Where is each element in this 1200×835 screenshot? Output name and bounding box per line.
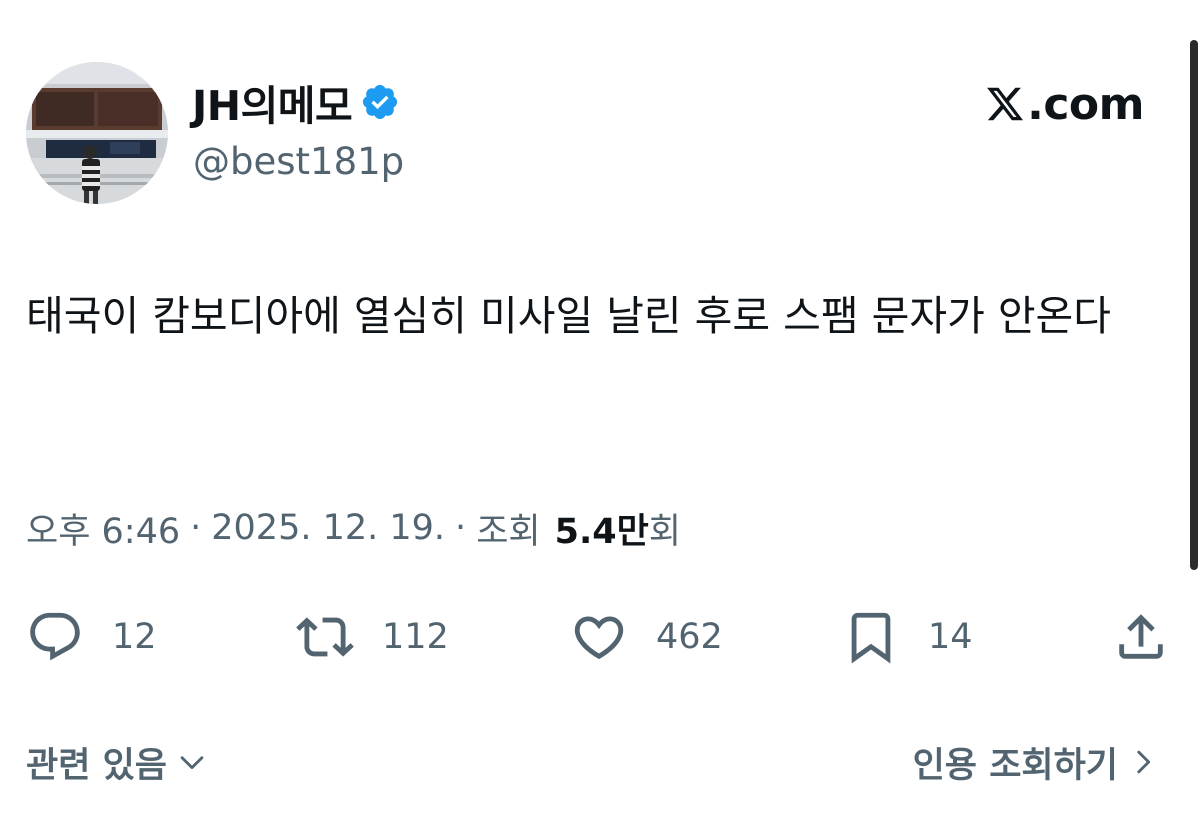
tweet-text: 태국이 캄보디아에 열심히 미사일 날린 후로 스팸 문자가 안온다 [26,292,1111,340]
tweet-screenshot: JH의메모 @best181p .com 태국이 캄보디아에 열심히 미사일 날… [0,0,1200,835]
view-quotes-label: 인용 조회하기 [912,745,1118,786]
retweet-count: 112 [382,617,449,657]
retweet-icon [296,617,354,657]
like-button[interactable]: 462 [570,604,723,670]
chevron-right-icon [1137,750,1151,774]
bookmark-icon [851,612,891,664]
x-brand[interactable]: .com [985,76,1144,132]
avatar[interactable] [26,62,168,204]
view-quotes-link[interactable]: 인용 조회하기 [913,734,1160,790]
author-name-row[interactable]: JH의메모 [192,76,400,130]
tweet-date[interactable]: 2025. 12. 19. [211,508,445,548]
retweet-button[interactable]: 112 [296,604,449,670]
verified-badge-icon [363,84,398,120]
like-count: 462 [656,617,723,657]
scrollbar[interactable] [1190,40,1198,570]
related-toggle[interactable]: 관련 있음 [26,734,209,790]
author-display-name[interactable]: JH의메모 [192,72,353,132]
reply-count: 12 [112,617,157,657]
tweet-time[interactable]: 오후 6:46 [26,503,180,554]
reply-icon [30,612,80,661]
heart-icon [574,616,624,660]
action-bar: 12 112 462 14 [0,604,1200,670]
tweet-meta: 오후 6:46 · 2025. 12. 19. · 조회 5.4만 회 [26,500,681,556]
author-handle[interactable]: @best181p [193,140,404,183]
views-label-prefix: 조회 [476,511,541,552]
views-label-suffix: 회 [648,511,681,552]
reply-button[interactable]: 12 [26,604,157,670]
views-count[interactable]: 5.4만 [555,503,649,554]
x-logo-icon [987,87,1024,121]
share-button[interactable] [1112,604,1170,670]
meta-separator: · [455,508,467,548]
bookmark-button[interactable]: 14 [842,604,973,670]
meta-separator: · [190,508,202,548]
brand-text: .com [1027,78,1144,130]
bookmark-count: 14 [928,617,973,657]
related-label: 관련 있음 [26,745,167,786]
share-icon [1119,614,1163,659]
chevron-down-icon [180,756,204,770]
